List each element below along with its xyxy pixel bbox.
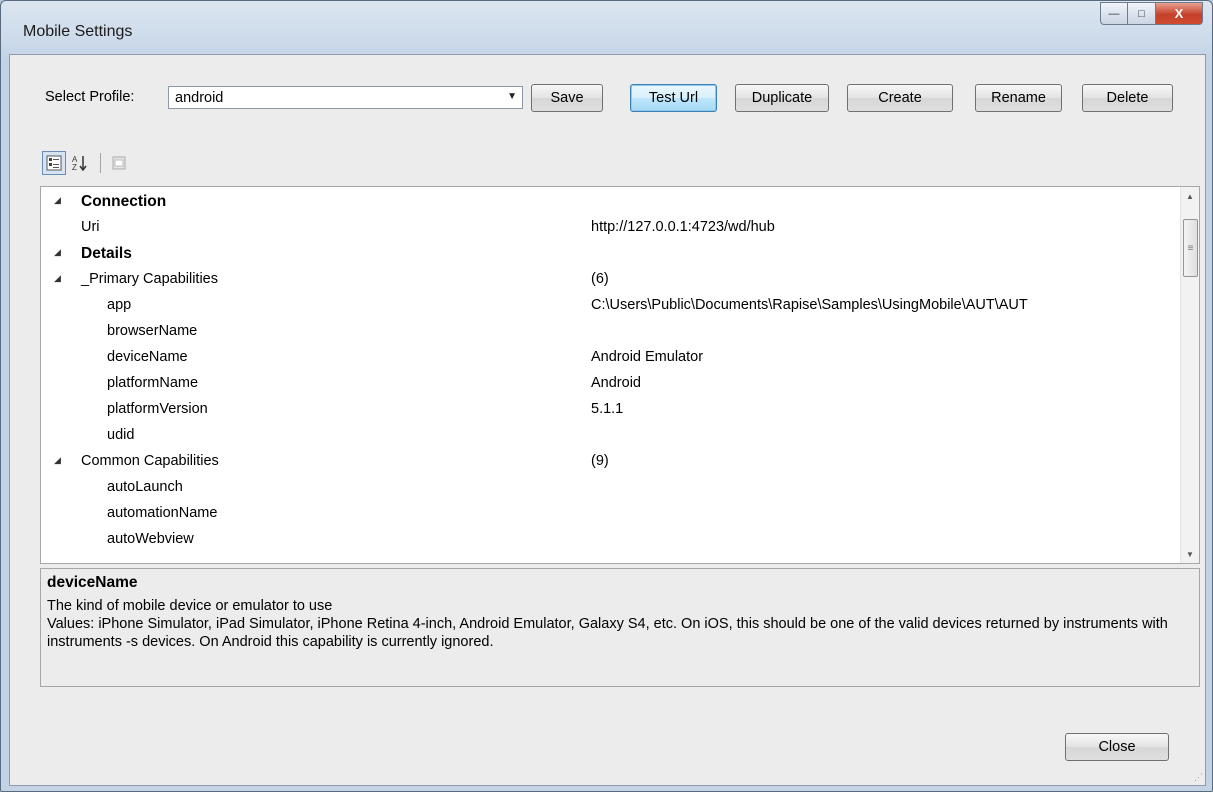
property-value[interactable]: 5.1.1	[591, 401, 623, 417]
minimize-button[interactable]: —	[1100, 2, 1127, 25]
property-row[interactable]: platformVersion 5.1.1	[41, 397, 1181, 423]
scroll-up-icon[interactable]: ▲	[1181, 187, 1199, 205]
property-value[interactable]: Android	[591, 375, 641, 391]
close-button[interactable]: Close	[1065, 733, 1169, 761]
toolbar-separator	[100, 153, 101, 173]
property-value: (9)	[591, 453, 609, 469]
property-name: platformVersion	[107, 401, 208, 417]
title-bar[interactable]: Mobile Settings — □ X	[1, 1, 1212, 53]
delete-button[interactable]: Delete	[1082, 84, 1173, 112]
property-name: platformName	[107, 375, 199, 391]
description-panel: deviceName The kind of mobile device or …	[40, 568, 1200, 687]
property-pages-icon	[112, 156, 126, 170]
property-value: (6)	[591, 271, 609, 287]
description-text: The kind of mobile device or emulator to…	[47, 597, 1177, 651]
sort-alphabetical-icon: AZ	[72, 155, 87, 172]
property-name: _Primary Capabilities	[81, 271, 218, 287]
property-name: autoLaunch	[107, 479, 183, 495]
scroll-thumb[interactable]: ≡	[1183, 219, 1198, 277]
property-row[interactable]: Uri http://127.0.0.1:4723/wd/hub	[41, 215, 1181, 241]
description-title: deviceName	[47, 574, 138, 591]
caption-buttons: — □ X	[1100, 2, 1203, 25]
property-value[interactable]: http://127.0.0.1:4723/wd/hub	[591, 219, 775, 235]
close-icon: X	[1174, 6, 1184, 21]
property-value[interactable]: Android Emulator	[591, 349, 703, 365]
chevron-down-icon[interactable]: ▼	[507, 91, 517, 102]
property-grid-toolbar: AZ	[42, 150, 133, 176]
resize-grip-icon[interactable]: ⋰	[1194, 772, 1203, 783]
property-row[interactable]: browserName	[41, 319, 1181, 345]
maximize-icon: □	[1138, 7, 1145, 20]
property-name: deviceName	[107, 349, 188, 365]
property-name: Uri	[81, 219, 100, 235]
alphabetical-button[interactable]: AZ	[68, 151, 92, 175]
window-title: Mobile Settings	[23, 23, 133, 40]
property-row[interactable]: ◢ Common Capabilities (9)	[41, 449, 1181, 475]
profile-select[interactable]: android ▼	[168, 86, 523, 109]
close-window-button[interactable]: X	[1155, 2, 1203, 25]
test-url-button[interactable]: Test Url	[630, 84, 717, 112]
property-grid[interactable]: ◢ Connection Uri http://127.0.0.1:4723/wd/h…	[40, 186, 1200, 564]
property-name: automationName	[107, 505, 218, 521]
property-row[interactable]: deviceName Android Emulator	[41, 345, 1181, 371]
property-category-row[interactable]: ◢ Connection	[41, 189, 1181, 215]
property-name: udid	[107, 427, 135, 443]
mobile-settings-window: Mobile Settings — □ X Select Profile: an…	[0, 0, 1213, 792]
property-row[interactable]: platformName Android	[41, 371, 1181, 397]
maximize-button[interactable]: □	[1127, 2, 1155, 25]
property-pages-button[interactable]	[107, 151, 131, 175]
minimize-icon: —	[1108, 7, 1120, 20]
property-category-row[interactable]: ◢ Details	[41, 241, 1181, 267]
property-name: Details	[81, 245, 132, 262]
property-row[interactable]: ◢ _Primary Capabilities (6)	[41, 267, 1181, 293]
property-name: autoWebview	[107, 531, 194, 547]
property-row[interactable]: app C:\Users\Public\Documents\Rapise\Samp…	[41, 293, 1181, 319]
dialog-client-area: Select Profile: android ▼ Save Test Url …	[9, 54, 1206, 786]
categorized-icon	[46, 155, 62, 171]
property-row[interactable]: autoWebview	[41, 527, 1181, 553]
expand-collapse-icon[interactable]: ◢	[54, 455, 61, 466]
expand-collapse-icon[interactable]: ◢	[54, 195, 61, 206]
description-line-1: The kind of mobile device or emulator to…	[47, 598, 333, 614]
property-name: Common Capabilities	[81, 453, 219, 469]
svg-text:Z: Z	[72, 163, 77, 172]
property-name: app	[107, 297, 132, 313]
property-row[interactable]: udid	[41, 423, 1181, 449]
select-profile-label: Select Profile:	[45, 89, 135, 105]
rename-button[interactable]: Rename	[975, 84, 1062, 112]
property-row[interactable]: automationName	[41, 501, 1181, 527]
expand-collapse-icon[interactable]: ◢	[54, 273, 61, 284]
property-name: Connection	[81, 193, 167, 210]
save-button[interactable]: Save	[531, 84, 603, 112]
duplicate-button[interactable]: Duplicate	[735, 84, 829, 112]
profile-select-value: android	[175, 90, 224, 106]
description-line-2: Values: iPhone Simulator, iPad Simulator…	[47, 616, 1168, 650]
categorized-button[interactable]	[42, 151, 66, 175]
expand-collapse-icon[interactable]: ◢	[54, 247, 61, 258]
scroll-down-icon[interactable]: ▼	[1181, 545, 1199, 563]
vertical-scrollbar[interactable]: ▲ ≡ ▼	[1180, 187, 1199, 563]
create-button[interactable]: Create	[847, 84, 953, 112]
property-value[interactable]: C:\Users\Public\Documents\Rapise\Samples…	[591, 297, 1028, 313]
property-row[interactable]: autoLaunch	[41, 475, 1181, 501]
property-name: browserName	[107, 323, 198, 339]
